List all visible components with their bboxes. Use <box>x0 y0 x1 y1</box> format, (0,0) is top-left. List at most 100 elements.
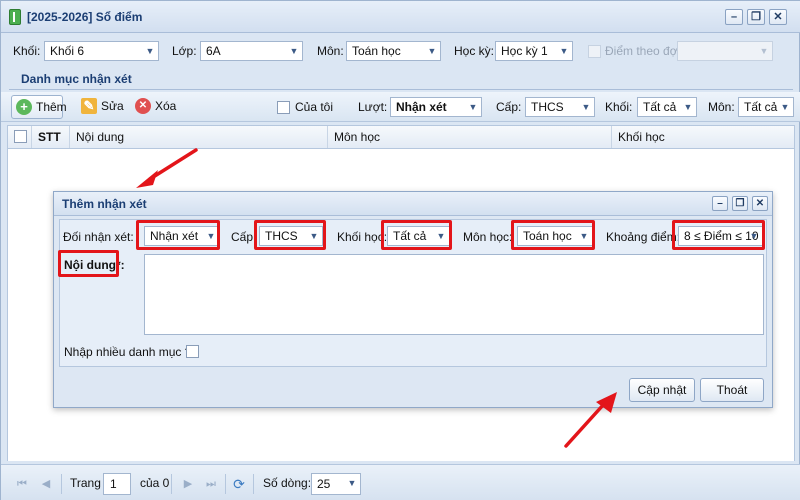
edit-button-label: Sửa <box>101 99 124 113</box>
luot-select[interactable]: Nhận xét ▼ <box>390 97 482 117</box>
minimize-icon[interactable]: – <box>725 9 743 25</box>
close-icon[interactable]: ✕ <box>752 196 768 211</box>
diem-theo-dot-checkbox[interactable] <box>588 45 601 58</box>
column-header-khoi-hoc[interactable]: Khối học <box>612 126 794 148</box>
toolbar-mon-select-value: Tất cả <box>744 100 778 114</box>
add-icon: + <box>16 99 32 115</box>
pager: ⏮ ◀ Trang 1 của 0 ▶ ⏭ ⟳ Số dòng: 25 ▼ <box>1 464 800 500</box>
noi-dung-textarea[interactable] <box>144 254 764 335</box>
page-input[interactable]: 1 <box>103 473 131 495</box>
edit-button[interactable]: ✎ Sửa <box>79 95 124 119</box>
dropdown-arrow-icon: ▼ <box>427 46 437 56</box>
dropdown-arrow-icon: ▼ <box>683 102 693 112</box>
highlight-mon-hoc <box>511 220 595 250</box>
highlight-khoi-hoc <box>381 220 452 250</box>
luot-label: Lượt: <box>358 100 388 114</box>
cua-toi-label: Của tôi <box>295 100 334 114</box>
restore-icon[interactable]: ❐ <box>732 196 748 211</box>
khoi-select-value: Khối 6 <box>50 44 85 58</box>
lop-select[interactable]: 6A ▼ <box>200 41 303 61</box>
pager-separator <box>171 474 172 494</box>
toolbar-khoi-select-value: Tất cả <box>643 100 677 114</box>
dropdown-arrow-icon: ▼ <box>581 102 591 112</box>
first-page-icon[interactable]: ⏮ <box>15 477 29 491</box>
exit-button[interactable]: Thoát <box>700 378 764 402</box>
section-title: Danh mục nhận xét <box>21 72 132 86</box>
column-header-stt[interactable]: STT <box>32 126 70 148</box>
window-titlebar: [2025-2026] Sổ điểm – ❐ ✕ <box>1 1 800 33</box>
window-title: [2025-2026] Sổ điểm <box>27 10 143 24</box>
mon-select[interactable]: Toán học ▼ <box>346 41 441 61</box>
dialog-cap-label: Cấp: <box>231 230 257 244</box>
update-button[interactable]: Cập nhật <box>629 378 695 402</box>
add-button-label: Thêm <box>36 100 67 114</box>
toolbar-mon-select[interactable]: Tất cả ▼ <box>738 97 794 117</box>
close-icon[interactable]: ✕ <box>769 9 787 25</box>
cap-label: Cấp: <box>496 100 522 114</box>
khoi-select[interactable]: Khối 6 ▼ <box>44 41 159 61</box>
so-dong-select[interactable]: 25 ▼ <box>311 473 361 495</box>
select-all-checkbox[interactable] <box>14 130 27 143</box>
mon-hoc-label: Môn học: <box>463 230 513 244</box>
hocky-label: Học kỳ: <box>454 44 495 58</box>
delete-button-label: Xóa <box>155 99 177 113</box>
highlight-noi-dung <box>58 250 119 277</box>
so-dong-label: Số dòng: <box>263 476 312 490</box>
toolbar-mon-label: Môn: <box>708 100 735 114</box>
dot-select[interactable]: ▼ <box>677 41 773 61</box>
column-header-mon-hoc[interactable]: Môn học <box>328 126 612 148</box>
pager-separator <box>61 474 62 494</box>
khoang-diem-label: Khoảng điểm: <box>606 230 681 244</box>
nhap-nhieu-checkbox[interactable] <box>186 345 199 358</box>
dropdown-arrow-icon: ▼ <box>145 46 155 56</box>
last-page-icon[interactable]: ⏭ <box>204 477 218 491</box>
grid-header: STT Nội dung Môn học Khối học <box>7 125 795 149</box>
minimize-icon[interactable]: – <box>712 196 728 211</box>
khoi-hoc-label: Khối học: <box>337 230 388 244</box>
toolbar: + Thêm ✎ Sửa ✕ Xóa Của tôi Lượt: Nhận xé… <box>1 92 800 122</box>
next-page-icon[interactable]: ▶ <box>181 477 195 491</box>
lop-label: Lớp: <box>172 44 197 58</box>
column-header-noi-dung[interactable]: Nội dung <box>70 126 328 148</box>
dropdown-arrow-icon: ▼ <box>780 102 790 112</box>
dropdown-arrow-icon: ▼ <box>468 102 478 112</box>
doi-nhan-xet-label: Đối nhận xét: <box>63 230 134 244</box>
so-dong-select-value: 25 <box>317 477 331 491</box>
highlight-doi-nhan-xet <box>136 220 220 250</box>
hocky-select[interactable]: Học kỳ 1 ▼ <box>495 41 573 61</box>
toolbar-khoi-label: Khối: <box>605 100 633 114</box>
delete-icon: ✕ <box>135 98 151 114</box>
lop-select-value: 6A <box>206 44 221 58</box>
edit-icon: ✎ <box>81 98 97 114</box>
restore-icon[interactable]: ❐ <box>747 9 765 25</box>
highlight-cap <box>254 220 326 250</box>
dropdown-arrow-icon: ▼ <box>759 46 769 56</box>
mon-label: Môn: <box>317 44 344 58</box>
section-divider <box>9 89 793 90</box>
nhap-nhieu-label: Nhập nhiều danh mục ?: <box>64 345 195 359</box>
select-all-cell <box>8 126 32 148</box>
dialog-titlebar: Thêm nhận xét – ❐ ✕ <box>54 192 772 216</box>
pager-separator <box>253 474 254 494</box>
luot-select-value: Nhận xét <box>396 100 447 114</box>
cap-select[interactable]: THCS ▼ <box>525 97 595 117</box>
toolbar-khoi-select[interactable]: Tất cả ▼ <box>637 97 697 117</box>
filter-bar: Khối: Khối 6 ▼ Lớp: 6A ▼ Môn: Toán học ▼… <box>1 37 800 65</box>
refresh-icon[interactable]: ⟳ <box>232 477 246 491</box>
delete-button[interactable]: ✕ Xóa <box>133 95 177 119</box>
mon-select-value: Toán học <box>352 44 401 58</box>
diem-theo-dot-label: Điểm theo đợt <box>605 44 681 58</box>
dropdown-arrow-icon: ▼ <box>289 46 299 56</box>
prev-page-icon[interactable]: ◀ <box>39 477 53 491</box>
khoi-label: Khối: <box>13 44 41 58</box>
add-button[interactable]: + Thêm <box>11 95 67 119</box>
highlight-khoang-diem <box>672 220 765 250</box>
page-count-label: của 0 <box>140 476 170 490</box>
pager-separator <box>225 474 226 494</box>
dropdown-arrow-icon: ▼ <box>347 478 357 488</box>
app-book-icon <box>9 9 21 25</box>
cua-toi-checkbox[interactable] <box>277 101 290 114</box>
dialog-title: Thêm nhận xét <box>62 197 147 211</box>
trang-label: Trang <box>70 476 101 490</box>
cap-select-value: THCS <box>531 100 564 114</box>
